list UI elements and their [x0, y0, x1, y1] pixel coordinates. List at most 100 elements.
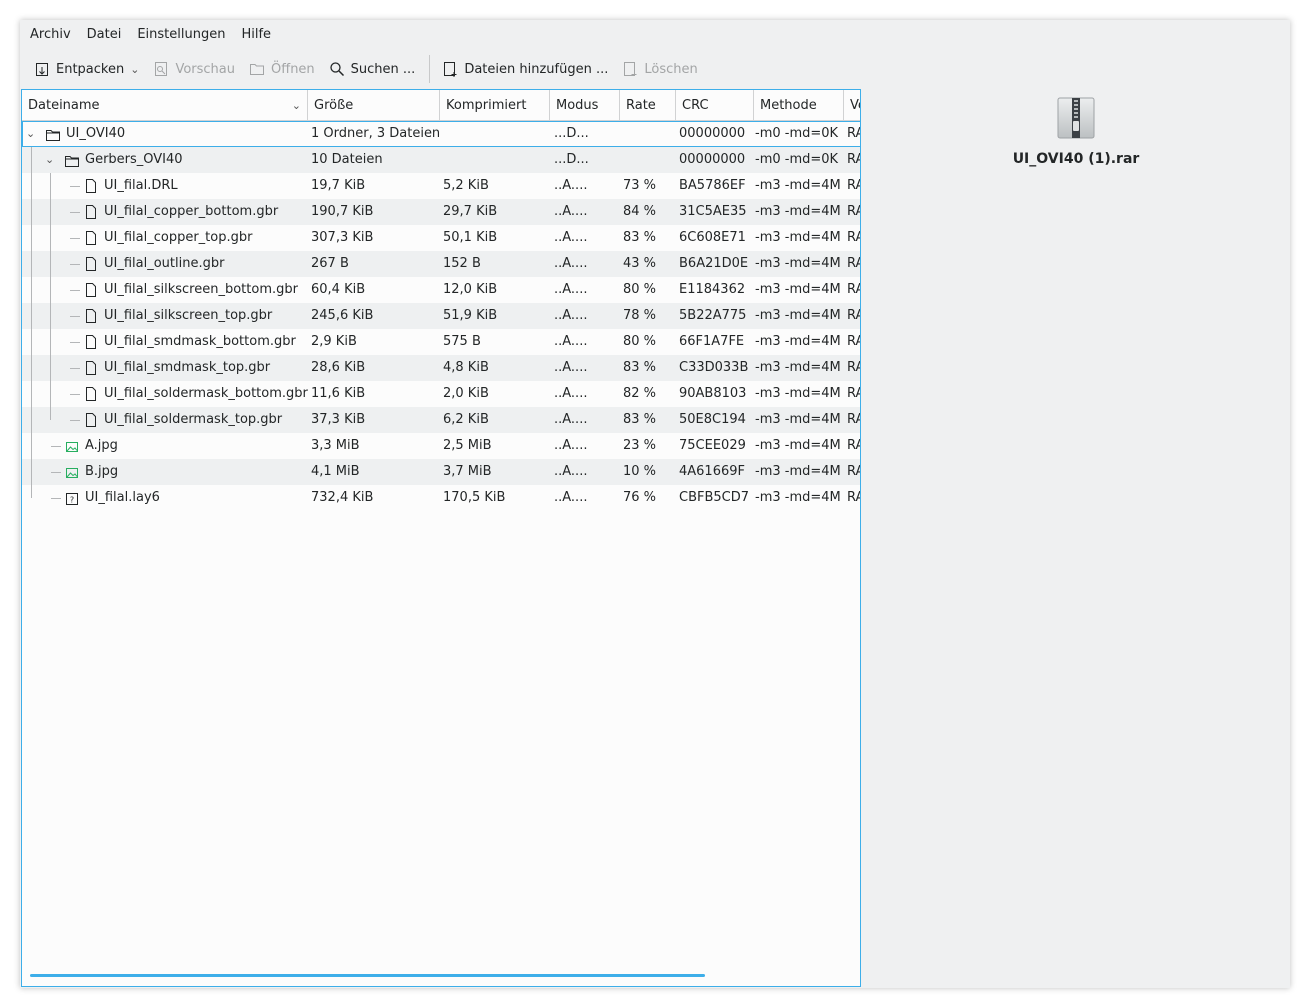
file-compressed: 3,7 MiB	[443, 464, 492, 479]
file-size: 10 Dateien	[311, 152, 383, 167]
table-row[interactable]: UI_filal_smdmask_top.gbr 28,6 KiB 4,8 Ki…	[22, 355, 860, 381]
table-row[interactable]: B.jpg 4,1 MiB 3,7 MiB ..A.... 10 % 4A616…	[22, 459, 860, 485]
file-compressed: 575 B	[443, 334, 481, 349]
file-icon	[84, 256, 98, 272]
file-version: RAR	[847, 152, 860, 167]
file-rate: 83 %	[623, 412, 657, 427]
table-row[interactable]: ? UI_filal.lay6 732,4 KiB 170,5 KiB ..A.…	[22, 485, 860, 511]
ark-window: Archiv Datei Einstellungen Hilfe Entpack…	[20, 20, 1290, 988]
chevron-down-icon[interactable]: ⌄	[26, 121, 35, 147]
file-compressed: 29,7 KiB	[443, 204, 498, 219]
column-size[interactable]: Größe	[308, 90, 440, 121]
file-version: RAR	[847, 230, 860, 245]
table-row[interactable]: UI_filal_soldermask_bottom.gbr 11,6 KiB …	[22, 381, 860, 407]
toolbar-separator	[429, 55, 431, 83]
file-method: -m3 -md=4M	[755, 360, 841, 375]
file-name: UI_filal_silkscreen_bottom.gbr	[104, 282, 298, 297]
column-mode[interactable]: Modus	[550, 90, 620, 121]
delete-button[interactable]: Löschen	[616, 55, 703, 83]
column-rate[interactable]: Rate	[620, 90, 676, 121]
file-crc: 75CEE029	[679, 438, 746, 453]
table-row[interactable]: UI_filal_outline.gbr 267 B 152 B ..A....…	[22, 251, 860, 277]
column-filename[interactable]: Dateiname ⌄	[22, 90, 308, 121]
file-name: UI_filal.lay6	[85, 490, 160, 505]
file-list: ⌄ UI_OVI40 1 Ordner, 3 Dateien ...D... 0…	[22, 121, 860, 511]
file-mode: ..A....	[554, 386, 588, 401]
file-mode: ..A....	[554, 230, 588, 245]
table-row[interactable]: UI_filal.DRL 19,7 KiB 5,2 KiB ..A.... 73…	[22, 173, 860, 199]
column-version[interactable]: Version	[844, 90, 860, 121]
table-row[interactable]: UI_filal_silkscreen_bottom.gbr 60,4 KiB …	[22, 277, 860, 303]
add-files-label: Dateien hinzufügen ...	[464, 61, 609, 77]
file-crc: 00000000	[679, 126, 746, 141]
file-size: 2,9 KiB	[311, 334, 357, 349]
search-icon	[329, 61, 345, 77]
file-name: A.jpg	[85, 438, 118, 453]
table-row[interactable]: UI_filal_silkscreen_top.gbr 245,6 KiB 51…	[22, 303, 860, 329]
file-method: -m3 -md=4M	[755, 386, 841, 401]
svg-text:?: ?	[70, 496, 74, 505]
file-mode: ..A....	[554, 282, 588, 297]
file-compressed: 170,5 KiB	[443, 490, 506, 505]
column-method[interactable]: Methode	[754, 90, 844, 121]
open-button[interactable]: Öffnen	[243, 55, 321, 83]
file-version: RAR	[847, 412, 860, 427]
chevron-down-icon[interactable]: ⌄	[45, 147, 54, 173]
file-compressed: 6,2 KiB	[443, 412, 489, 427]
file-size: 3,3 MiB	[311, 438, 360, 453]
file-mode: ..A....	[554, 178, 588, 193]
table-row[interactable]: ⌄ UI_OVI40 1 Ordner, 3 Dateien ...D... 0…	[22, 121, 860, 147]
table-row[interactable]: UI_filal_smdmask_bottom.gbr 2,9 KiB 575 …	[22, 329, 860, 355]
open-label: Öffnen	[271, 61, 315, 77]
file-icon	[84, 178, 98, 194]
column-compressed[interactable]: Komprimiert	[440, 90, 550, 121]
file-icon	[84, 334, 98, 350]
file-method: -m3 -md=4M	[755, 178, 841, 193]
chevron-down-icon[interactable]: ⌄	[130, 63, 139, 76]
file-crc: BA5786EF	[679, 178, 746, 193]
file-name: Gerbers_OVI40	[85, 152, 183, 167]
file-icon	[84, 412, 98, 428]
file-method: -m3 -md=4M	[755, 412, 841, 427]
file-method: -m3 -md=4M	[755, 438, 841, 453]
file-rate: 80 %	[623, 282, 657, 297]
file-crc: C33D033B	[679, 360, 749, 375]
horizontal-scrollbar[interactable]	[30, 974, 705, 977]
column-crc[interactable]: CRC	[676, 90, 754, 121]
folder-icon	[46, 126, 60, 142]
file-size: 267 B	[311, 256, 349, 271]
preview-icon	[153, 61, 169, 77]
file-size: 19,7 KiB	[311, 178, 366, 193]
menu-archiv[interactable]: Archiv	[24, 20, 77, 50]
file-version: RAR	[847, 386, 860, 401]
table-row[interactable]: UI_filal_copper_bottom.gbr 190,7 KiB 29,…	[22, 199, 860, 225]
file-compressed: 12,0 KiB	[443, 282, 498, 297]
menu-einstellungen[interactable]: Einstellungen	[131, 20, 231, 50]
extract-button[interactable]: Entpacken ⌄	[28, 55, 145, 83]
add-files-button[interactable]: Dateien hinzufügen ...	[436, 55, 614, 83]
file-version: RAR	[847, 204, 860, 219]
file-version: RAR	[847, 282, 860, 297]
table-row[interactable]: A.jpg 3,3 MiB 2,5 MiB ..A.... 23 % 75CEE…	[22, 433, 860, 459]
file-method: -m3 -md=4M	[755, 490, 841, 505]
search-button[interactable]: Suchen ...	[323, 55, 422, 83]
file-method: -m3 -md=4M	[755, 334, 841, 349]
file-icon	[84, 360, 98, 376]
file-crc: 90AB8103	[679, 386, 747, 401]
file-size: 4,1 MiB	[311, 464, 360, 479]
zip-archive-icon	[1057, 97, 1095, 139]
file-crc: 00000000	[679, 152, 746, 167]
menu-datei[interactable]: Datei	[81, 20, 128, 50]
file-version: RAR	[847, 256, 860, 271]
file-mode: ..A....	[554, 490, 588, 505]
archive-tree-view[interactable]: Dateiname ⌄ Größe Komprimiert Modus Rate…	[21, 89, 861, 987]
table-row[interactable]: UI_filal_copper_top.gbr 307,3 KiB 50,1 K…	[22, 225, 860, 251]
file-rate: 73 %	[623, 178, 657, 193]
file-version: RAR	[847, 464, 860, 479]
preview-button[interactable]: Vorschau	[147, 55, 241, 83]
file-rate: 78 %	[623, 308, 657, 323]
menu-hilfe[interactable]: Hilfe	[235, 20, 277, 50]
file-version: RAR	[847, 126, 860, 141]
table-row[interactable]: ⌄ Gerbers_OVI40 10 Dateien ...D... 00000…	[22, 147, 860, 173]
table-row[interactable]: UI_filal_soldermask_top.gbr 37,3 KiB 6,2…	[22, 407, 860, 433]
